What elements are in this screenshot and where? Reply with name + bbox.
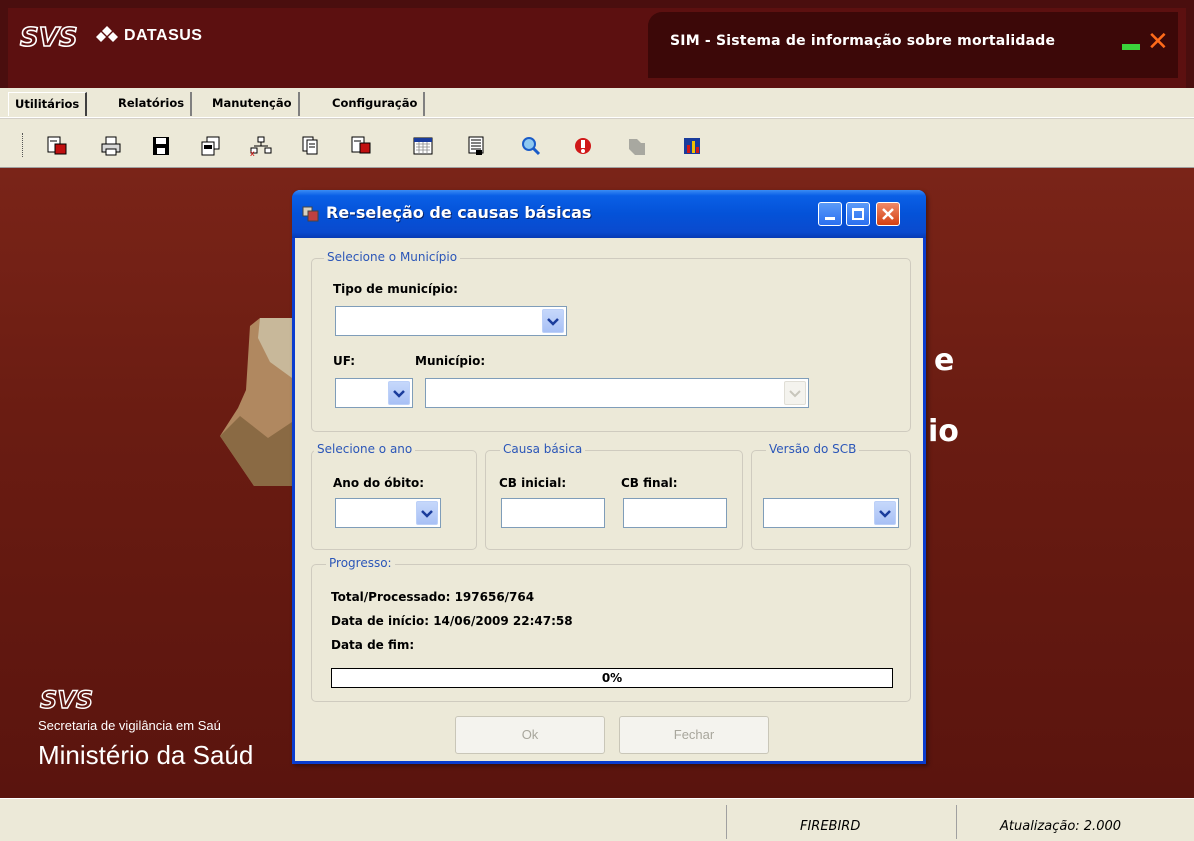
- progress-group-legend: Progresso:: [326, 556, 395, 570]
- chart-icon[interactable]: [682, 136, 704, 156]
- cb-inicial-input[interactable]: [501, 498, 605, 528]
- progress-percent-label: 0%: [601, 671, 623, 685]
- ano-obito-label: Ano do óbito:: [333, 476, 424, 490]
- ok-button[interactable]: Ok: [455, 716, 605, 754]
- map-icon[interactable]: [626, 136, 648, 156]
- secretaria-text: Secretaria de vigilância em Saú: [38, 718, 221, 733]
- dialog-close-button[interactable]: [876, 202, 900, 226]
- municipio-label: Município:: [415, 354, 486, 368]
- tipo-municipio-label: Tipo de município:: [333, 282, 458, 296]
- municipio-group-legend: Selecione o Município: [324, 250, 461, 264]
- dialog-maximize-button[interactable]: [846, 202, 870, 226]
- menu-bar: Utilitários Relatórios Manutenção Config…: [0, 88, 1194, 118]
- chevron-down-icon[interactable]: [388, 381, 410, 405]
- app-header: SVS DATASUS SIM - Sistema de informação …: [0, 0, 1194, 88]
- ministerio-text: Ministério da Saúd: [38, 740, 254, 770]
- card-icon[interactable]: [466, 136, 488, 156]
- municipio-select[interactable]: [425, 378, 809, 408]
- fechar-button[interactable]: Fechar: [619, 716, 769, 754]
- total-processado-text: Total/Processado: 197656/764: [331, 590, 535, 604]
- dialog-minimize-button[interactable]: [818, 202, 842, 226]
- data-fim-text: Data de fim:: [331, 638, 415, 652]
- cb-inicial-label: CB inicial:: [499, 476, 567, 490]
- versao-group-legend: Versão do SCB: [766, 442, 860, 456]
- reselection-dialog: Re-seleção de causas básicas Selecione o…: [292, 190, 926, 764]
- svg-text:x: x: [250, 149, 255, 156]
- export-icon[interactable]: [350, 136, 372, 156]
- menu-relatorios[interactable]: Relatórios: [112, 92, 193, 116]
- menu-configuracao[interactable]: Configuração: [326, 92, 426, 116]
- new-record-icon[interactable]: [46, 136, 68, 156]
- svs-footer-logo: SVS: [39, 685, 94, 712]
- toolbar: x: [0, 118, 1194, 168]
- documents-icon[interactable]: [300, 136, 322, 156]
- print-icon[interactable]: [100, 136, 122, 156]
- uf-select[interactable]: [335, 378, 413, 408]
- chevron-down-icon[interactable]: [784, 381, 806, 405]
- refresh-icon[interactable]: [572, 136, 594, 156]
- cb-final-input[interactable]: [623, 498, 727, 528]
- datasus-text: DATASUS: [124, 27, 203, 44]
- app-title: SIM - Sistema de informação sobre mortal…: [670, 33, 1056, 49]
- svs-logo: SVS: [19, 22, 78, 50]
- dialog-title: Re-seleção de causas básicas: [326, 203, 592, 222]
- copy-icon[interactable]: [200, 136, 222, 156]
- toolbar-grip[interactable]: [22, 133, 25, 157]
- dialog-body: Selecione o Município Tipo de município:…: [295, 238, 923, 764]
- status-database: FIREBIRD: [800, 819, 861, 834]
- menu-utilitarios[interactable]: Utilitários: [8, 92, 88, 116]
- status-bar: FIREBIRD Atualização: 2.000: [0, 798, 1194, 841]
- status-version: Atualização: 2.000: [1000, 819, 1122, 834]
- search-icon[interactable]: [520, 136, 542, 156]
- causa-group-legend: Causa básica: [500, 442, 586, 456]
- dialog-app-icon: [302, 206, 319, 222]
- close-icon[interactable]: ✕: [1147, 28, 1169, 56]
- tipo-municipio-select[interactable]: [335, 306, 567, 336]
- versao-scb-select[interactable]: [763, 498, 899, 528]
- calendar-icon[interactable]: [412, 136, 434, 156]
- dialog-titlebar[interactable]: Re-seleção de causas básicas: [292, 190, 926, 238]
- svg-text:SVS: SVS: [40, 686, 93, 712]
- uf-label: UF:: [333, 354, 356, 368]
- save-icon[interactable]: [150, 136, 172, 156]
- minimize-icon: [825, 217, 835, 220]
- background-text-line1: e: [934, 343, 955, 378]
- ano-group-legend: Selecione o ano: [314, 442, 416, 456]
- chevron-down-icon[interactable]: [542, 309, 564, 333]
- maximize-icon: [852, 208, 864, 220]
- background-text-line2: io: [928, 414, 959, 449]
- datasus-logo: DATASUS: [96, 26, 202, 46]
- chevron-down-icon[interactable]: [416, 501, 438, 525]
- close-x-icon: [882, 208, 894, 220]
- network-icon[interactable]: x: [250, 136, 272, 156]
- datasus-icon: [96, 26, 118, 42]
- progress-bar: 0%: [331, 668, 893, 688]
- menu-manutencao[interactable]: Manutenção: [206, 92, 300, 116]
- data-inicio-text: Data de início: 14/06/2009 22:47:58: [331, 614, 573, 628]
- minimize-button[interactable]: [1122, 44, 1140, 50]
- svg-text:SVS: SVS: [20, 23, 78, 50]
- ano-obito-select[interactable]: [335, 498, 441, 528]
- cb-final-label: CB final:: [621, 476, 678, 490]
- chevron-down-icon[interactable]: [874, 501, 896, 525]
